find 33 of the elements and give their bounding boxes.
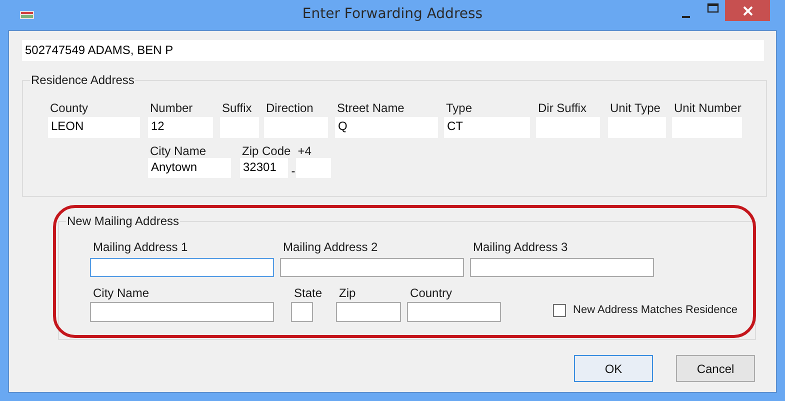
read-only-field: 32301 xyxy=(240,158,288,178)
field-label: Mailing Address 1 xyxy=(92,240,189,254)
field-label: Unit Type xyxy=(609,101,662,115)
separator-text: - xyxy=(291,164,296,178)
field-label: Number xyxy=(149,101,194,115)
field-label: State xyxy=(293,286,322,300)
field-label: Zip Code xyxy=(241,144,291,158)
dialog-button[interactable]: Cancel xyxy=(676,355,755,382)
field-label: County xyxy=(49,101,90,115)
read-only-field: 12 xyxy=(148,117,213,138)
group-title: New Mailing Address xyxy=(66,214,180,228)
read-only-field: Q xyxy=(335,117,438,138)
field-label: Street Name xyxy=(336,101,406,115)
field-label: Dir Suffix xyxy=(537,101,588,115)
field-label: City Name xyxy=(149,144,208,158)
group-title: Residence Address xyxy=(30,73,136,87)
field-label: Suffix xyxy=(221,101,253,115)
field-label: Country xyxy=(409,286,454,300)
read-only-field: CT xyxy=(444,117,530,138)
field-label: Unit Number xyxy=(673,101,742,115)
field-label: +4 xyxy=(296,144,312,158)
field-label: Direction xyxy=(265,101,314,115)
field-label: City Name xyxy=(92,286,150,300)
dialog-button[interactable]: OK xyxy=(574,355,653,382)
field-label: Zip xyxy=(338,286,357,300)
field-label: Type xyxy=(445,101,474,115)
window-title: Enter Forwarding Address xyxy=(302,6,483,22)
voter-name-field: 502747549 ADAMS, BEN P xyxy=(22,40,764,61)
field-label: Mailing Address 2 xyxy=(282,240,379,254)
field-label: Mailing Address 3 xyxy=(472,240,569,254)
read-only-field: Anytown xyxy=(148,158,231,178)
checkbox-label[interactable]: New Address Matches Residence xyxy=(573,303,738,317)
read-only-field: LEON xyxy=(48,117,140,138)
